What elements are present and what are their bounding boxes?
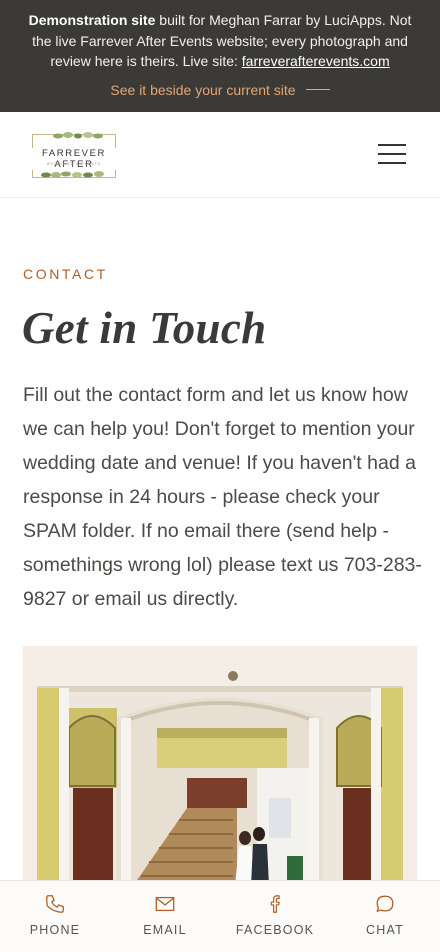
phone-tab[interactable]: PHONE bbox=[0, 881, 110, 952]
arrow-line-icon bbox=[305, 89, 330, 90]
demo-banner: Demonstration site built for Meghan Farr… bbox=[0, 0, 440, 112]
logo[interactable]: FARREVER AFTER WEDDINGS & EVENTS bbox=[22, 132, 126, 178]
logo-tagline: WEDDINGS & EVENTS bbox=[46, 162, 102, 166]
compare-link[interactable]: See it beside your current site bbox=[110, 81, 330, 98]
phone-label: PHONE bbox=[29, 923, 81, 937]
hamburger-icon bbox=[378, 153, 406, 155]
live-site-link[interactable]: farreverafterevents.com bbox=[242, 53, 390, 69]
logo-wordmark: FARREVER AFTER bbox=[22, 148, 126, 170]
phone-icon bbox=[46, 895, 64, 913]
menu-button[interactable] bbox=[378, 144, 406, 166]
chat-icon bbox=[376, 895, 394, 912]
mail-icon bbox=[155, 896, 175, 912]
email-tab[interactable]: EMAIL bbox=[110, 881, 220, 952]
venue-photo bbox=[37, 658, 403, 886]
facebook-icon bbox=[270, 895, 280, 913]
chat-tab[interactable]: CHAT bbox=[330, 881, 440, 952]
facebook-label: FACEBOOK bbox=[235, 923, 315, 937]
leaves-bottom-icon bbox=[41, 171, 104, 178]
compare-link-label: See it beside your current site bbox=[110, 81, 296, 98]
intro-paragraph: Fill out the contact form and let us kno… bbox=[23, 384, 422, 610]
site-header: FARREVER AFTER WEDDINGS & EVENTS bbox=[0, 112, 440, 198]
leaves-top-icon bbox=[53, 132, 103, 139]
email-label: EMAIL bbox=[143, 923, 187, 937]
chat-label: CHAT bbox=[366, 923, 404, 937]
facebook-tab[interactable]: FACEBOOK bbox=[220, 881, 330, 952]
venue-photo-frame bbox=[23, 646, 417, 886]
banner-strong: Demonstration site bbox=[28, 12, 156, 28]
bottom-contact-bar: PHONE EMAIL FACEBOOK CHAT bbox=[0, 880, 440, 952]
section-eyebrow: CONTACT bbox=[23, 266, 108, 282]
page-title: Get in Touch bbox=[22, 303, 267, 353]
hamburger-icon bbox=[378, 162, 406, 164]
hamburger-icon bbox=[378, 144, 406, 146]
banner-message: Demonstration site built for Meghan Farr… bbox=[18, 10, 422, 72]
